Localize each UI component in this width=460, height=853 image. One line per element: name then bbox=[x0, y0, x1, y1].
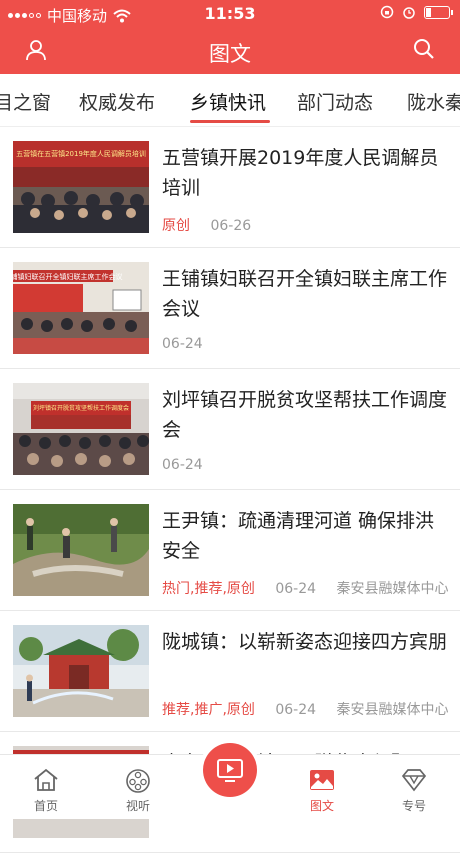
video-play-icon bbox=[217, 759, 243, 782]
nav-special[interactable]: 专号 bbox=[368, 755, 460, 814]
tab-authority-release[interactable]: 权威发布 bbox=[79, 88, 155, 115]
category-tabs: 目之窗 权威发布 乡镇快讯 部门动态 陇水秦 bbox=[0, 74, 460, 127]
article-item[interactable]: 五营镇在五营镇2019年度人民调解员培训 五营镇开展2019年度人民调解员培训 … bbox=[0, 127, 460, 248]
article-thumbnail bbox=[13, 625, 149, 717]
article-title: 五营镇开展2019年度人民调解员培训 bbox=[162, 147, 439, 199]
article-tags: 推荐,推广,原创 bbox=[162, 702, 255, 718]
tab-department-news[interactable]: 部门动态 bbox=[297, 88, 373, 115]
article-date: 06-24 bbox=[162, 457, 203, 473]
article-thumbnail: 五营镇在五营镇2019年度人民调解员培训 bbox=[13, 141, 149, 233]
status-right bbox=[380, 5, 453, 19]
article-tags: 热门,推荐,原创 bbox=[162, 581, 255, 597]
nav-audiovisual[interactable]: 视听 bbox=[92, 755, 184, 814]
nav-graphic-text[interactable]: 图文 bbox=[276, 755, 368, 814]
image-icon bbox=[310, 770, 334, 790]
article-meta: 06-24 bbox=[162, 457, 219, 473]
tab-town-news[interactable]: 乡镇快讯 bbox=[190, 88, 266, 115]
active-tab-indicator bbox=[190, 120, 270, 123]
article-meta: 热门,推荐,原创 06-24 秦安县融媒体中心 bbox=[162, 578, 449, 598]
alarm-icon bbox=[403, 7, 415, 19]
nav-label-home: 首页 bbox=[33, 799, 58, 813]
banner-text: 刘坪镇召开脱贫攻坚帮扶工作调度会 bbox=[33, 404, 129, 412]
page-title: 图文 bbox=[209, 42, 251, 66]
battery-icon bbox=[424, 5, 453, 19]
search-icon[interactable] bbox=[412, 37, 436, 61]
article-source: 秦安县融媒体中心 bbox=[336, 581, 449, 597]
article-item[interactable]: 王尹镇：疏通清理河道 确保排洪安全 热门,推荐,原创 06-24 秦安县融媒体中… bbox=[0, 490, 460, 611]
tab-window[interactable]: 目之窗 bbox=[0, 88, 51, 115]
article-source: 秦安县融媒体中心 bbox=[336, 702, 449, 718]
banner-text: 五营镇在五营镇2019年度人民调解员培训 bbox=[16, 149, 146, 158]
home-icon bbox=[34, 768, 58, 791]
nav-label-special: 专号 bbox=[401, 799, 426, 813]
video-play-button[interactable] bbox=[203, 743, 257, 797]
article-title: 刘坪镇召开脱贫攻坚帮扶工作调度会 bbox=[162, 389, 448, 441]
article-item[interactable]: 刘坪镇召开脱贫攻坚帮扶工作调度会 刘坪镇召开脱贫攻坚帮扶工作调度会 06-24 bbox=[0, 369, 460, 490]
article-date: 06-24 bbox=[275, 702, 317, 718]
article-meta: 06-24 bbox=[162, 336, 219, 352]
article-date: 06-24 bbox=[275, 581, 317, 597]
film-reel-icon bbox=[126, 769, 150, 793]
nav-label-audiovisual: 视听 bbox=[125, 799, 150, 813]
article-item[interactable]: 陇城镇：以崭新姿态迎接四方宾朋 推荐,推广,原创 06-24 秦安县融媒体中心 bbox=[0, 611, 460, 732]
rotation-lock-icon bbox=[380, 5, 394, 19]
banner-text: 王铺镇妇联召开全镇妇联主席工作会议 bbox=[13, 272, 123, 281]
article-meta: 推荐,推广,原创 06-24 秦安县融媒体中心 bbox=[162, 699, 449, 719]
article-thumbnail: 王铺镇妇联召开全镇妇联主席工作会议 bbox=[13, 262, 149, 354]
article-meta: 原创 06-26 bbox=[162, 215, 267, 235]
article-tags: 原创 bbox=[162, 218, 190, 234]
diamond-icon bbox=[401, 769, 427, 792]
status-bar: 中国移动 11:53 bbox=[0, 0, 460, 28]
article-date: 06-24 bbox=[162, 336, 203, 352]
header-bar: 图文 bbox=[0, 28, 460, 74]
article-title: 王尹镇：疏通清理河道 确保排洪安全 bbox=[162, 510, 435, 562]
article-title: 王铺镇妇联召开全镇妇联主席工作会议 bbox=[162, 268, 448, 320]
article-date: 06-26 bbox=[210, 218, 252, 234]
article-thumbnail: 刘坪镇召开脱贫攻坚帮扶工作调度会 bbox=[13, 383, 149, 475]
article-item[interactable]: 王铺镇妇联召开全镇妇联主席工作会议 王铺镇妇联召开全镇妇联主席工作会议 06-2… bbox=[0, 248, 460, 369]
article-title: 陇城镇：以崭新姿态迎接四方宾朋 bbox=[162, 631, 448, 653]
nav-label-graphic-text: 图文 bbox=[309, 799, 334, 813]
article-thumbnail bbox=[13, 504, 149, 596]
bottom-nav: 首页 视听 图文 专号 bbox=[0, 743, 460, 819]
nav-home[interactable]: 首页 bbox=[0, 755, 92, 814]
tab-longshui-qin[interactable]: 陇水秦 bbox=[407, 88, 460, 115]
